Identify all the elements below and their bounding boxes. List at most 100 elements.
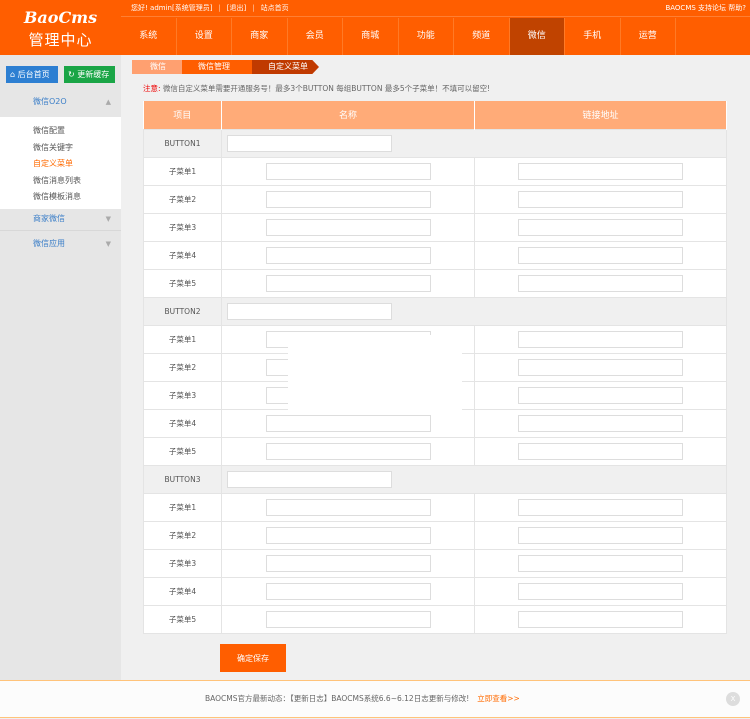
submenu-label: 子菜单3 (143, 212, 222, 242)
header-link: 链接地址 (474, 101, 727, 129)
submenu-row: 子菜单2 (143, 520, 727, 550)
sidebar-section-weixin-apps[interactable]: 微信应用 ▼ (0, 232, 121, 256)
name-cell (221, 604, 475, 634)
link-cell (474, 324, 727, 354)
submenu-name-input[interactable] (265, 498, 431, 516)
name-cell (221, 184, 475, 214)
sidebar-item[interactable]: 微信关键字 (33, 140, 121, 157)
sidebar-item[interactable]: 微信模板消息 (33, 189, 121, 206)
name-cell (221, 156, 475, 186)
admin-home-button[interactable]: ⌂ 后台首页 (6, 66, 58, 83)
top-bar: 您好! admin[系统管理员] | [退出] | 站点首页 BAOCMS 支持论坛 帮… (121, 0, 750, 17)
submenu-link-input[interactable] (518, 190, 683, 208)
sidebar: ⌂ 后台首页 ↻ 更新缓存 微信O2O ▲ 微信配置 微信关键字 自定义菜单 微信消息列… (0, 55, 121, 680)
nav-item[interactable]: 手机 (565, 18, 621, 55)
breadcrumb: 微信 微信管理 自定义菜单 (132, 60, 319, 74)
user-greeting: 您好! admin[系统管理员] (131, 4, 213, 12)
submenu-link-input[interactable] (518, 582, 683, 600)
submenu-link-input[interactable] (518, 526, 683, 544)
sidebar-item[interactable]: 微信配置 (33, 123, 121, 140)
breadcrumb-item[interactable]: 微信管理 (182, 60, 252, 74)
nav-item[interactable]: 频道 (454, 18, 510, 55)
submenu-label: 子菜单2 (143, 184, 222, 214)
submenu-row: 子菜单4 (143, 240, 727, 270)
sidebar-item[interactable]: 微信消息列表 (33, 173, 121, 190)
submenu-label: 子菜单1 (143, 324, 222, 354)
submenu-link-input[interactable] (518, 414, 683, 432)
submenu-name-input[interactable] (265, 442, 431, 460)
sidebar-section-weixin-o2o[interactable]: 微信O2O ▲ (0, 90, 121, 114)
view-now-link[interactable]: 立即查看>> (477, 694, 520, 703)
submenu-link-input[interactable] (518, 162, 683, 180)
section-label: 微信应用 (33, 239, 65, 248)
update-cache-label: 更新缓存 (77, 70, 110, 79)
button-name-input[interactable] (227, 470, 392, 488)
nav-item[interactable]: 运营 (621, 18, 676, 55)
header: BaoCms 管理中心 您好! admin[系统管理员] | [退出] | 站点首页 B… (0, 0, 750, 55)
sidebar-submenu: 微信配置 微信关键字 自定义菜单 微信消息列表 微信模板消息 (0, 117, 121, 209)
site-home-link[interactable]: 站点首页 (261, 4, 289, 12)
submenu-name-input[interactable] (265, 414, 431, 432)
submenu-label: 子菜单2 (143, 352, 222, 382)
submenu-row: 子菜单2 (143, 184, 727, 214)
submenu-link-input[interactable] (518, 330, 683, 348)
submenu-name-input[interactable] (265, 190, 431, 208)
sidebar-section-merchant-weixin[interactable]: 商家微信 ▼ (0, 207, 121, 231)
submenu-link-input[interactable] (518, 246, 683, 264)
submenu-link-input[interactable] (518, 386, 683, 404)
logo[interactable]: BaoCms 管理中心 (0, 0, 121, 55)
submenu-link-input[interactable] (518, 358, 683, 376)
button-name-input[interactable] (227, 302, 392, 320)
link-cell (474, 548, 727, 578)
submenu-name-input[interactable] (265, 218, 431, 236)
nav-item[interactable]: 设置 (177, 18, 232, 55)
submenu-link-input[interactable] (518, 498, 683, 516)
nav-item[interactable]: 会员 (288, 18, 343, 55)
save-button[interactable]: 确定保存 (220, 644, 286, 672)
name-cell (221, 576, 475, 606)
submenu-name-input[interactable] (265, 246, 431, 264)
nav-item[interactable]: 微信 (509, 18, 565, 55)
submenu-label: 子菜单1 (143, 492, 222, 522)
submenu-name-input[interactable] (265, 526, 431, 544)
submenu-row: 子菜单1 (143, 156, 727, 186)
update-cache-button[interactable]: ↻ 更新缓存 (64, 66, 115, 83)
submenu-row: 子菜单5 (143, 268, 727, 298)
help-link[interactable]: 帮助? (728, 4, 746, 12)
logout-link[interactable]: [退出] (227, 4, 246, 12)
button-row: BUTTON3 (143, 464, 727, 494)
logo-subtitle: 管理中心 (28, 31, 93, 49)
link-cell (474, 212, 727, 242)
baocms-link[interactable]: BAOCMS (665, 4, 695, 12)
submenu-name-input[interactable] (265, 582, 431, 600)
submenu-link-input[interactable] (518, 274, 683, 292)
submenu-row: 子菜单5 (143, 604, 727, 634)
submenu-link-input[interactable] (518, 554, 683, 572)
button-name-input[interactable] (227, 134, 392, 152)
submenu-link-input[interactable] (518, 218, 683, 236)
button-label: BUTTON2 (143, 296, 222, 326)
submenu-name-input[interactable] (265, 610, 431, 628)
refresh-icon: ↻ (68, 70, 75, 79)
name-cell (221, 212, 475, 242)
close-icon[interactable]: X (726, 692, 740, 706)
chevron-down-icon: ▼ (105, 215, 111, 223)
sidebar-item[interactable]: 自定义菜单 (33, 156, 121, 173)
submenu-name-input[interactable] (265, 554, 431, 572)
link-cell (474, 492, 727, 522)
submenu-name-input[interactable] (265, 274, 431, 292)
submenu-label: 子菜单4 (143, 576, 222, 606)
submenu-link-input[interactable] (518, 610, 683, 628)
breadcrumb-item[interactable]: 微信 (132, 60, 182, 74)
nav-item[interactable]: 商家 (232, 18, 288, 55)
name-cell (221, 520, 475, 550)
nav-item[interactable]: 商城 (343, 18, 399, 55)
submenu-link-input[interactable] (518, 442, 683, 460)
submenu-label: 子菜单3 (143, 380, 222, 410)
nav-item[interactable]: 系统 (121, 18, 177, 55)
submenu-name-input[interactable] (265, 162, 431, 180)
nav-item[interactable]: 功能 (399, 18, 454, 55)
news-footer: BAOCMS官方最新动态：【更新日志】BAOCMS系统6.6~6.12日志更新与… (0, 680, 750, 718)
forum-link[interactable]: 支持论坛 (698, 4, 726, 12)
chevron-up-icon: ▲ (105, 98, 111, 106)
